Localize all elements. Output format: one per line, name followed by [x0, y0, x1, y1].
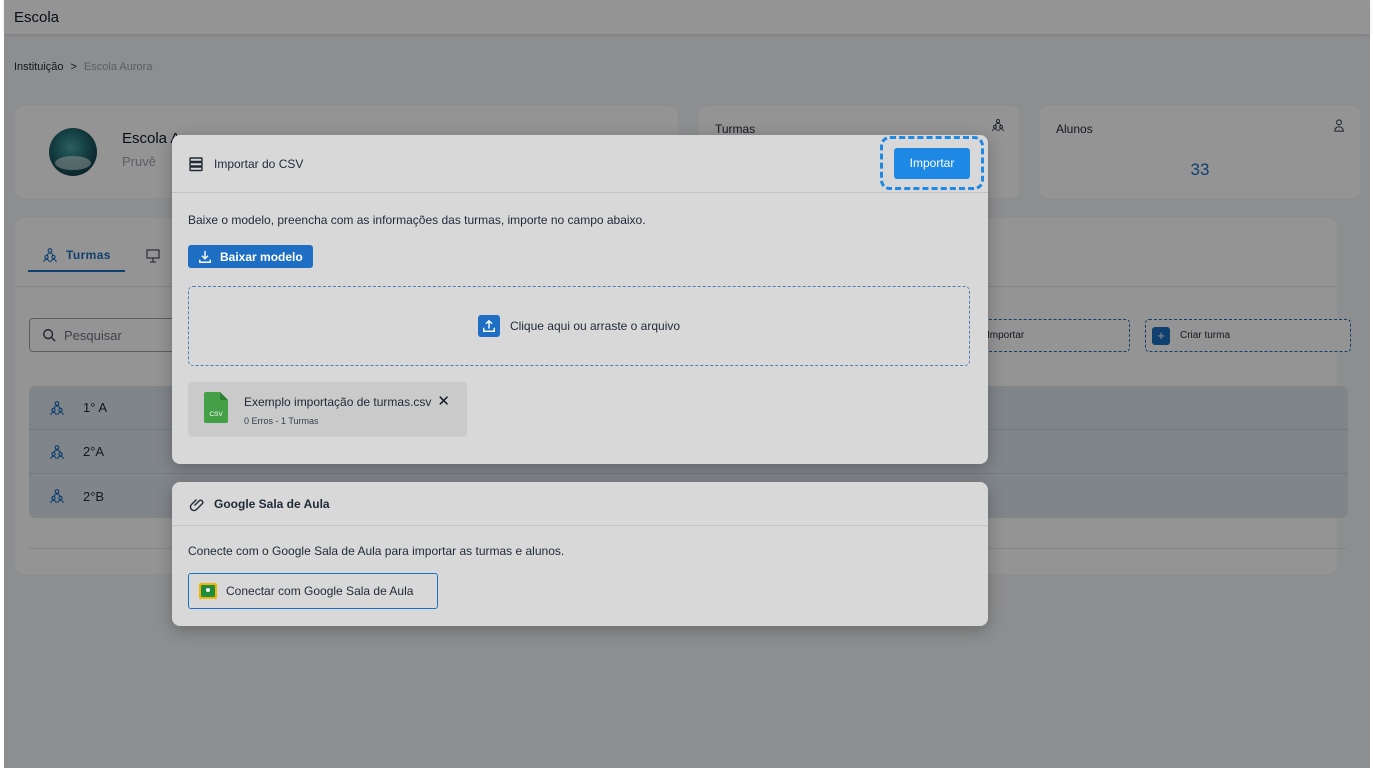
google-modal-title: Google Sala de Aula: [214, 496, 330, 511]
file-name-row: Exemplo importação de turmas.csv ✕: [244, 394, 450, 409]
download-template-button[interactable]: Baixar modelo: [188, 245, 313, 268]
google-modal-header: Google Sala de Aula: [172, 482, 988, 526]
file-meta: 0 Erros - 1 Turmas: [244, 416, 319, 426]
download-template-label: Baixar modelo: [220, 249, 303, 264]
csv-description: Baixe o modelo, preencha com as informaç…: [188, 213, 646, 227]
csv-modal-title: Importar do CSV: [214, 156, 304, 171]
google-classroom-modal: Google Sala de Aula Conecte com o Google…: [172, 482, 988, 626]
download-icon: [199, 250, 211, 263]
upload-icon: [477, 315, 500, 337]
csv-modal-header: Importar do CSV: [172, 135, 988, 193]
import-button-highlight: Importar: [880, 136, 984, 190]
database-icon: [189, 156, 203, 171]
connect-google-label: Conectar com Google Sala de Aula: [226, 584, 414, 598]
file-dropzone[interactable]: Clique aqui ou arraste o arquivo: [188, 286, 970, 366]
csv-import-modal: Importar do CSV Importar Baixe o modelo,…: [172, 135, 988, 464]
uploaded-file: CSV Exemplo importação de turmas.csv ✕ 0…: [188, 382, 467, 437]
google-classroom-icon: [199, 583, 217, 599]
remove-file-icon[interactable]: ✕: [437, 394, 450, 409]
google-description: Conecte com o Google Sala de Aula para i…: [188, 544, 565, 558]
csv-badge: CSV: [209, 411, 223, 418]
csv-file-icon: CSV: [204, 392, 228, 423]
file-name: Exemplo importação de turmas.csv: [244, 394, 432, 409]
dropzone-text: Clique aqui ou arraste o arquivo: [509, 319, 681, 333]
import-button[interactable]: Importar: [894, 147, 970, 179]
link-icon: [189, 498, 204, 511]
connect-google-button[interactable]: Conectar com Google Sala de Aula: [188, 573, 438, 609]
